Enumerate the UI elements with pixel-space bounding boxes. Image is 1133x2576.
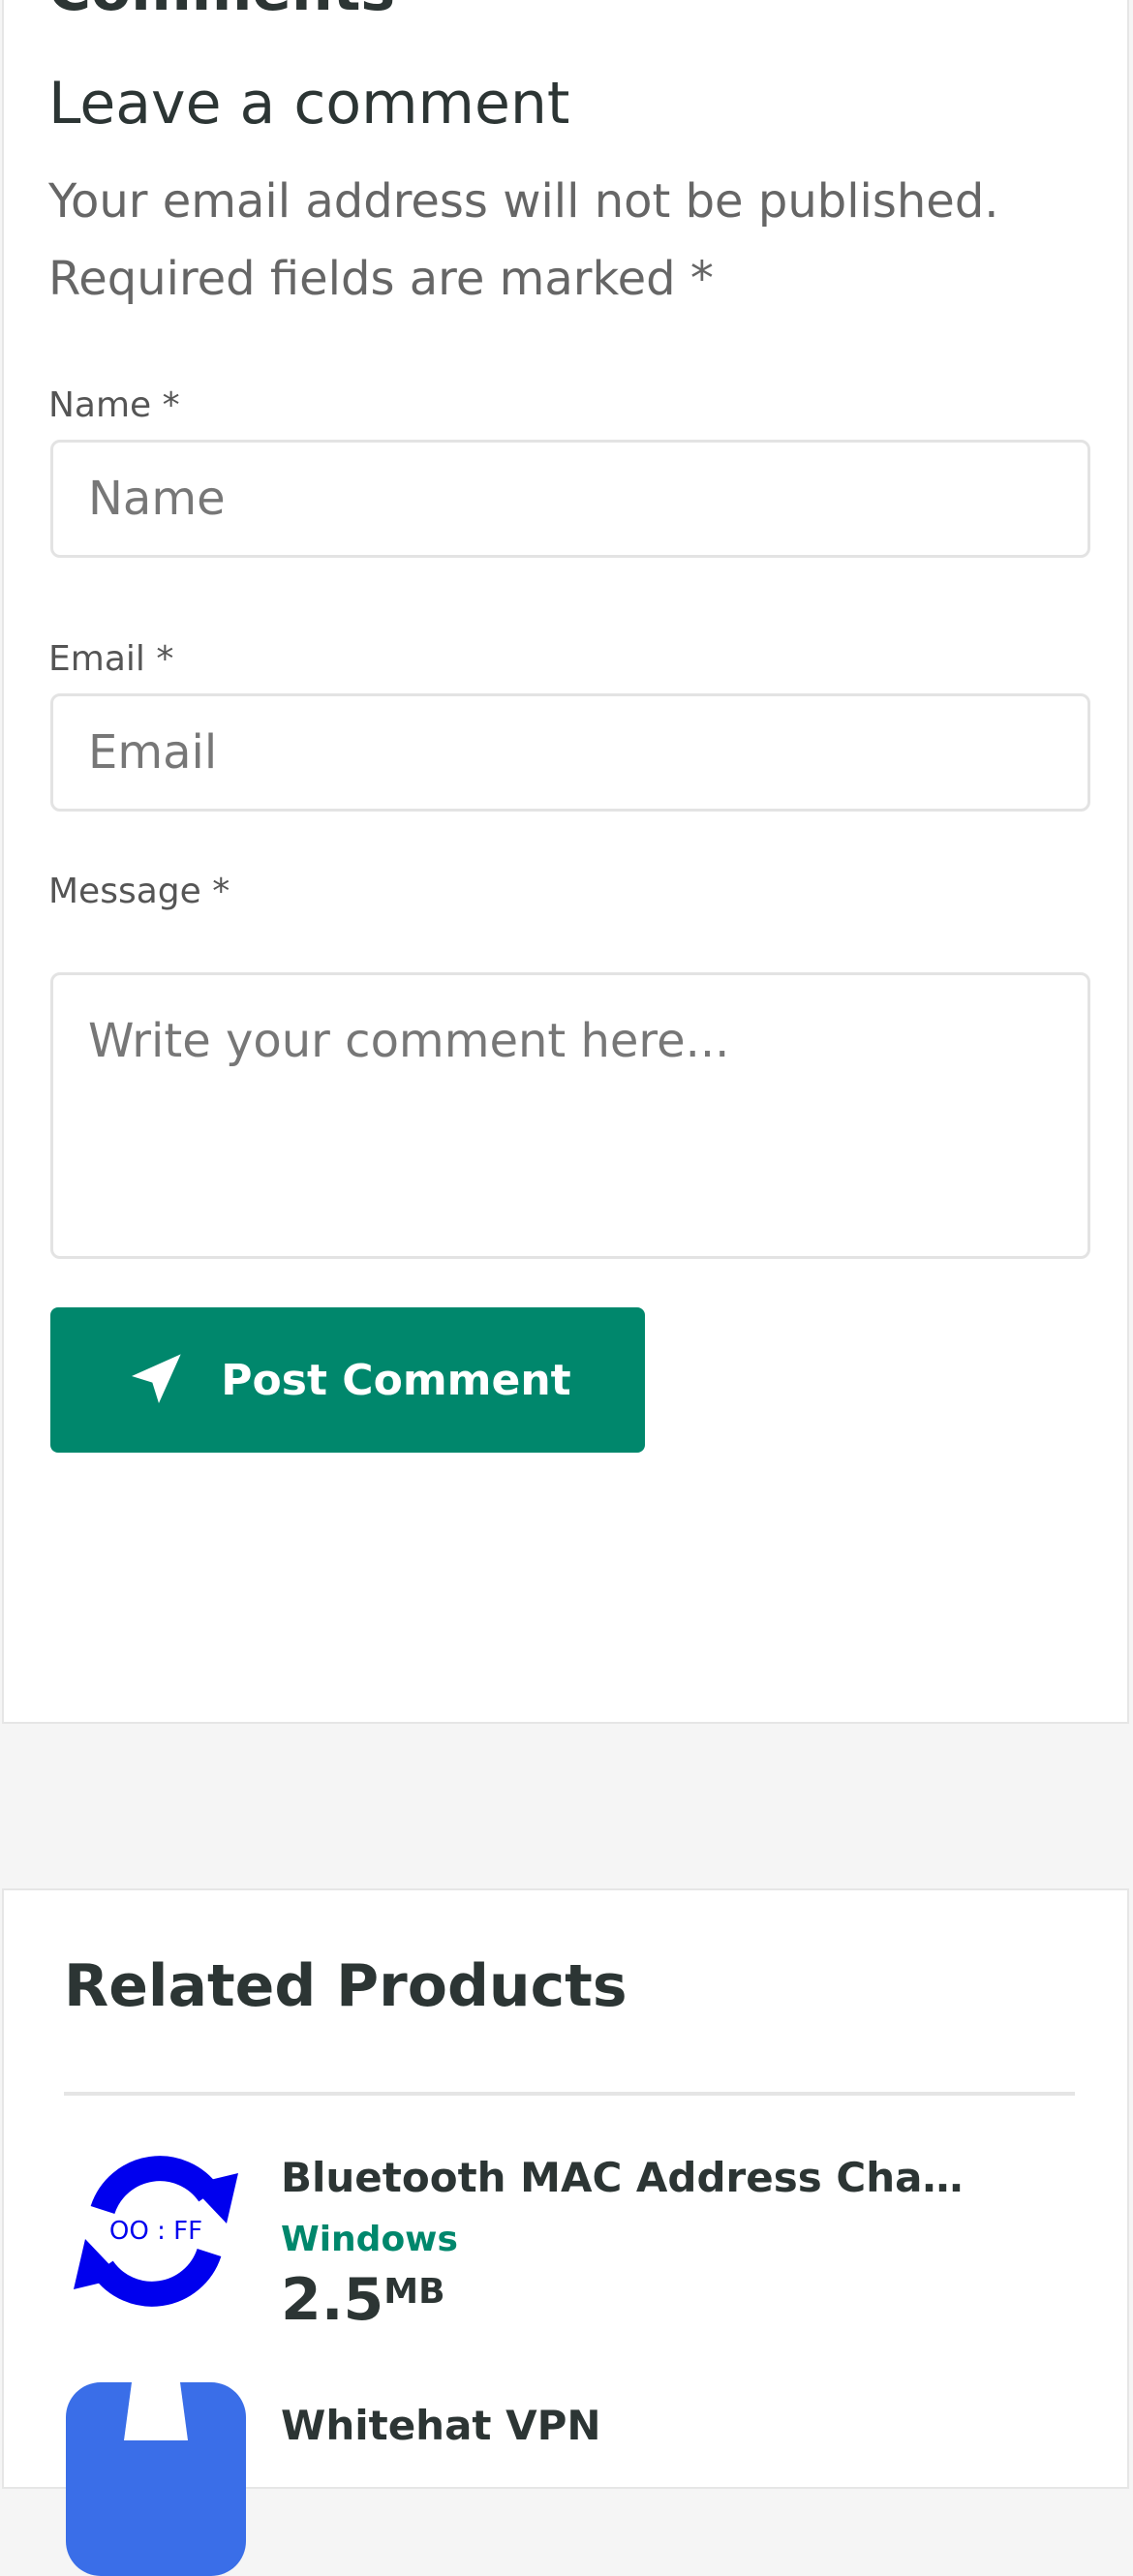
email-input[interactable]: [50, 693, 1090, 812]
send-icon: [132, 1354, 181, 1403]
svg-text:OO : FF: OO : FF: [109, 2217, 202, 2246]
product-item[interactable]: OO : FF Bluetooth MAC Address Changer Wi…: [64, 2134, 1090, 2334]
vpn-icon: [66, 2382, 246, 2576]
related-products-title: Related Products: [64, 1952, 628, 2020]
name-label: Name *: [48, 385, 180, 425]
comments-heading: Comments: [48, 0, 395, 19]
post-comment-button[interactable]: Post Comment: [50, 1307, 645, 1453]
product-name[interactable]: Whitehat VPN: [281, 2402, 978, 2449]
related-products-section: Related Products OO : FF Bluetooth MAC A…: [2, 1888, 1129, 2576]
product-size: 2.5MB: [281, 2266, 445, 2334]
product-platform: Windows: [281, 2220, 458, 2259]
message-label: Message *: [48, 872, 230, 911]
product-size-unit: MB: [383, 2272, 445, 2312]
divider: [64, 2092, 1075, 2096]
post-comment-label: Post Comment: [221, 1355, 571, 1405]
name-input[interactable]: [50, 440, 1090, 558]
refresh-mac-icon: OO : FF: [74, 2156, 238, 2307]
product-item[interactable]: Whitehat VPN: [64, 2382, 1090, 2576]
leave-comment-title: Leave a comment: [48, 70, 570, 138]
message-textarea[interactable]: [50, 972, 1090, 1259]
required-fields-notice: Your email address will not be published…: [48, 174, 999, 306]
comments-section: Comments Leave a comment Your email addr…: [2, 0, 1129, 1724]
email-label: Email *: [48, 639, 174, 679]
product-size-value: 2.5: [281, 2266, 384, 2334]
product-name[interactable]: Bluetooth MAC Address Changer: [281, 2154, 978, 2201]
